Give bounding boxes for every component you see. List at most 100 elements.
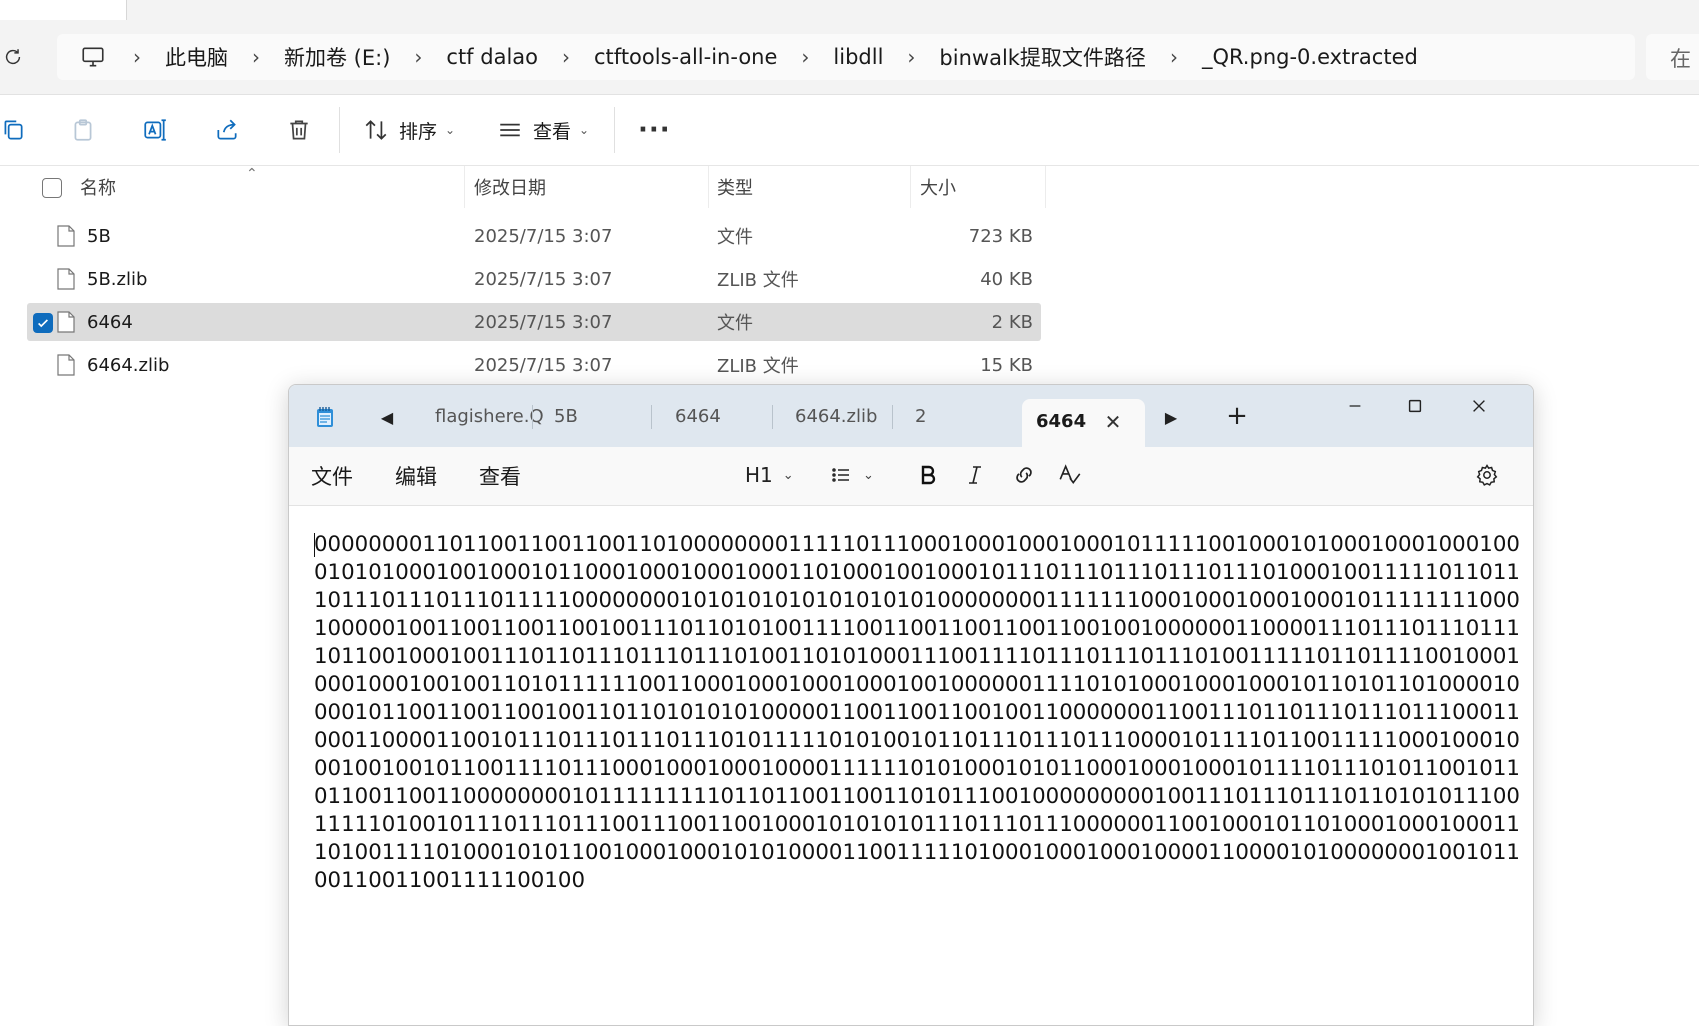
file-icon xyxy=(57,311,75,333)
file-date: 2025/7/15 3:07 xyxy=(474,225,613,247)
tab-2[interactable]: 2 xyxy=(915,385,926,447)
breadcrumb-extracted[interactable]: _QR.png-0.extracted xyxy=(1194,45,1426,69)
file-date: 2025/7/15 3:07 xyxy=(474,311,613,333)
file-type: 文件 xyxy=(717,227,753,248)
active-tab-label: 6464 xyxy=(1036,411,1087,432)
breadcrumb-ctf-dalao[interactable]: ctf dalao xyxy=(438,45,546,69)
refresh-icon[interactable] xyxy=(0,44,26,70)
share-icon[interactable] xyxy=(214,111,240,149)
settings-button[interactable] xyxy=(1475,459,1499,491)
file-icon xyxy=(57,268,75,290)
chevron-down-icon: ⌄ xyxy=(579,123,590,137)
column-divider[interactable] xyxy=(708,166,709,208)
file-icon xyxy=(57,354,75,376)
scroll-tabs-left-icon[interactable]: ◀ xyxy=(375,405,399,429)
file-row[interactable]: 5B.zlib 2025/7/15 3:07 ZLIB 文件 40 KB xyxy=(27,260,1041,298)
file-size: 2 KB xyxy=(991,311,1033,333)
column-type[interactable]: 类型 xyxy=(717,166,753,208)
menu-view[interactable]: 查看 xyxy=(479,461,521,491)
column-divider[interactable] xyxy=(910,166,911,208)
link-button[interactable] xyxy=(1011,459,1037,491)
minimize-icon[interactable] xyxy=(1325,385,1385,427)
tab-flagishere[interactable]: flagishere.Q xyxy=(435,385,544,447)
document-text[interactable]: 0000000011011001100110011010000000011111… xyxy=(314,531,1526,895)
column-date[interactable]: 修改日期 xyxy=(474,166,546,208)
chevron-right-icon[interactable]: › xyxy=(398,42,438,72)
bulleted-list-icon xyxy=(832,468,849,482)
chevron-down-icon: ⌄ xyxy=(863,467,874,483)
divider xyxy=(614,107,615,153)
select-all-checkbox[interactable] xyxy=(42,178,62,198)
close-window-icon[interactable] xyxy=(1449,385,1509,427)
sort-ascending-icon: ⌃ xyxy=(246,166,258,182)
column-name[interactable]: 名称 xyxy=(80,166,116,208)
explorer-tab[interactable] xyxy=(0,0,127,20)
breadcrumb-libdll[interactable]: libdll xyxy=(825,45,891,69)
column-size[interactable]: 大小 xyxy=(920,166,956,208)
command-bar: 排序 ⌄ 查看 ⌄ ··· xyxy=(0,95,1699,166)
copy-icon[interactable] xyxy=(0,111,26,149)
chevron-right-icon[interactable]: › xyxy=(546,42,586,72)
file-name[interactable]: 5B xyxy=(87,217,111,255)
file-row[interactable]: 5B 2025/7/15 3:07 文件 723 KB xyxy=(27,217,1041,255)
menu-file[interactable]: 文件 xyxy=(311,461,353,491)
file-name[interactable]: 6464.zlib xyxy=(87,346,169,384)
chevron-right-icon[interactable]: › xyxy=(236,42,276,72)
breadcrumb-ctftools[interactable]: ctftools-all-in-one xyxy=(586,45,785,69)
row-checkbox-checked[interactable] xyxy=(33,313,53,333)
rename-icon[interactable] xyxy=(142,111,168,149)
maximize-icon[interactable] xyxy=(1385,385,1445,427)
list-dropdown[interactable]: ⌄ xyxy=(829,459,874,491)
tab-5b[interactable]: 5B xyxy=(554,385,578,447)
file-name[interactable]: 6464 xyxy=(87,303,133,341)
this-pc-icon[interactable] xyxy=(75,39,111,75)
view-button[interactable]: 查看 ⌄ xyxy=(497,111,589,149)
tab-6464[interactable]: 6464 xyxy=(675,385,721,447)
file-row[interactable]: 6464.zlib 2025/7/15 3:07 ZLIB 文件 15 KB xyxy=(27,346,1041,384)
spellcheck-icon xyxy=(1059,464,1081,484)
tab-divider xyxy=(651,405,652,429)
tab-divider xyxy=(532,405,533,429)
file-row-selected[interactable]: 6464 2025/7/15 3:07 文件 2 KB xyxy=(27,303,1041,341)
file-date: 2025/7/15 3:07 xyxy=(474,354,613,376)
new-tab-icon[interactable]: + xyxy=(1222,401,1252,431)
breadcrumb-binwalk[interactable]: binwalk提取文件路径 xyxy=(931,42,1154,72)
link-icon xyxy=(1016,467,1032,483)
sort-button[interactable]: 排序 ⌄ xyxy=(363,111,455,149)
close-tab-icon[interactable]: ✕ xyxy=(1100,409,1126,435)
notepad-titlebar[interactable]: ◀ flagishere.Q 5B 6464 6464.zlib 2 6464 … xyxy=(289,385,1533,447)
chevron-right-icon[interactable]: › xyxy=(785,42,825,72)
breadcrumb-this-pc[interactable]: 此电脑 xyxy=(157,42,236,72)
menu-edit[interactable]: 编辑 xyxy=(395,461,437,491)
notepad-window[interactable]: ◀ flagishere.Q 5B 6464 6464.zlib 2 6464 … xyxy=(288,384,1534,1026)
notepad-editor[interactable]: 0000000011011001100110011010000000011111… xyxy=(289,506,1533,1025)
file-type: 文件 xyxy=(717,313,753,334)
notepad-app-icon xyxy=(311,403,339,431)
breadcrumb-drive-e[interactable]: 新加卷 (E:) xyxy=(276,42,398,72)
search-placeholder: 在 xyxy=(1670,47,1691,71)
chevron-right-icon[interactable]: › xyxy=(1154,42,1194,72)
more-options-icon[interactable]: ··· xyxy=(638,111,671,149)
tab-6464-zlib[interactable]: 6464.zlib xyxy=(795,385,877,447)
italic-icon xyxy=(969,466,981,484)
spellcheck-button[interactable] xyxy=(1057,459,1083,491)
view-list-icon xyxy=(500,123,520,137)
column-divider[interactable] xyxy=(464,166,465,208)
address-bar[interactable]: › 此电脑 › 新加卷 (E:) › ctf dalao › ctftools-… xyxy=(57,34,1635,80)
heading-dropdown[interactable]: H1 ⌄ xyxy=(745,459,794,491)
paste-icon[interactable] xyxy=(70,111,96,149)
delete-icon[interactable] xyxy=(286,111,312,149)
italic-button[interactable] xyxy=(963,459,987,491)
column-divider[interactable] xyxy=(1045,166,1046,208)
scroll-tabs-right-icon[interactable]: ▶ xyxy=(1159,405,1183,429)
bold-button[interactable] xyxy=(916,459,940,491)
chevron-right-icon[interactable]: › xyxy=(891,42,931,72)
tab-divider xyxy=(892,405,893,429)
tab-active[interactable]: 6464 ✕ xyxy=(1022,399,1145,447)
view-label: 查看 xyxy=(533,120,572,143)
file-name[interactable]: 5B.zlib xyxy=(87,260,147,298)
explorer-tab-strip xyxy=(0,0,1699,20)
search-input[interactable]: 在 xyxy=(1646,34,1699,80)
sort-label: 排序 xyxy=(399,120,438,143)
chevron-right-icon[interactable]: › xyxy=(117,42,157,72)
